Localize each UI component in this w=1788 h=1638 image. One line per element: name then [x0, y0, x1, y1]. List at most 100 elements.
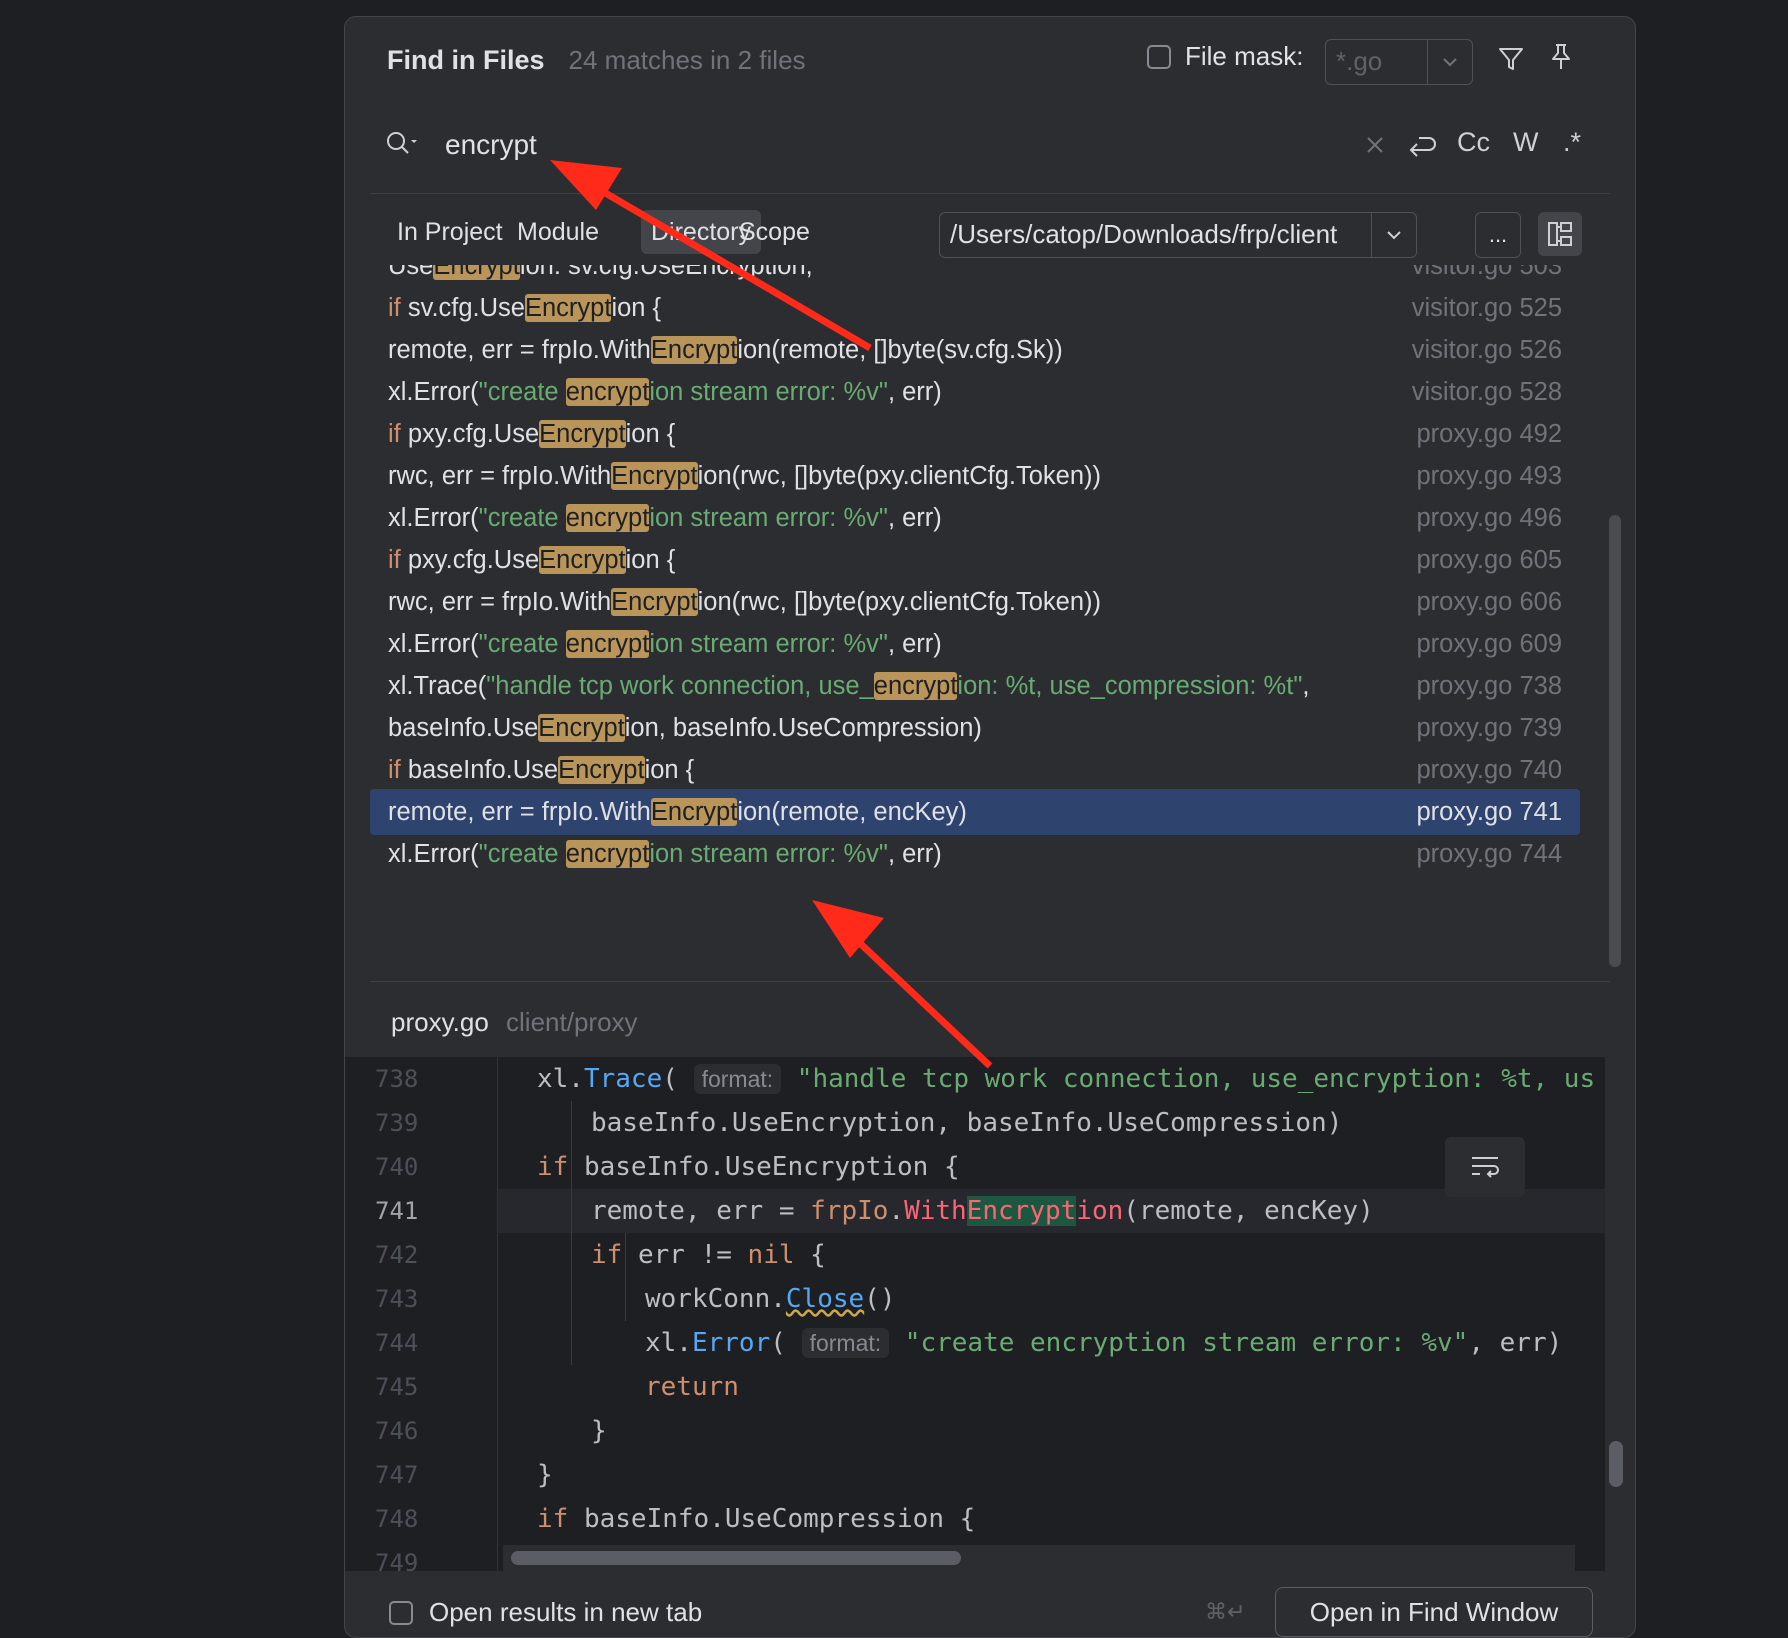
result-code: if pxy.cfg.UseEncryption { [388, 411, 675, 457]
result-location: proxy.go 492 [1416, 420, 1562, 448]
result-text: xl.Error( [388, 630, 479, 658]
result-text: pxy.cfg.Use [400, 546, 540, 574]
result-row[interactable]: xl.Error("create encryption stream error… [370, 621, 1580, 667]
result-row[interactable]: xl.Error("create encryption stream error… [370, 369, 1580, 415]
shortcut-hint: ⌘↵ [1205, 1599, 1246, 1624]
result-location: visitor.go 528 [1411, 378, 1562, 406]
result-text: xl.Error( [388, 378, 479, 406]
match-case-toggle[interactable]: Cc [1457, 127, 1490, 158]
result-text: , [1302, 672, 1310, 700]
result-row[interactable]: if sv.cfg.UseEncryption {visitor.go 525 [370, 285, 1580, 331]
result-text: xl.Error( [388, 840, 479, 868]
result-code: xl.Error("create encryption stream error… [388, 495, 942, 541]
line-number: 740 [375, 1153, 419, 1181]
result-row[interactable]: rwc, err = frpIo.WithEncryption(rwc, []b… [370, 579, 1580, 625]
result-row[interactable]: xl.Error("create encryption stream error… [370, 495, 1580, 541]
result-location: proxy.go 741 [1416, 798, 1562, 826]
result-keyword: if [388, 420, 401, 448]
tab-module[interactable]: Module [507, 210, 609, 254]
search-row: encrypt Cc W .* [345, 103, 1635, 193]
line-number: 743 [375, 1285, 419, 1313]
result-row[interactable]: remote, err = frpIo.WithEncryption(remot… [370, 327, 1580, 373]
result-row[interactable]: xl.Error("create encryption stream error… [370, 831, 1580, 877]
directory-input[interactable]: /Users/catop/Downloads/frp/client [940, 213, 1371, 257]
line-number: 745 [375, 1373, 419, 1401]
match-count: 24 matches in 2 files [568, 44, 806, 75]
result-text: ion(rwc, []byte(pxy.clientCfg.Token)) [697, 462, 1102, 490]
result-code: rwc, err = frpIo.WithEncryption(rwc, []b… [388, 453, 1101, 499]
result-text: ion: sv.cfg.UseEncryption, [519, 265, 813, 280]
find-in-files-dialog: Find in Files 24 matches in 2 files File… [344, 16, 1636, 1638]
clear-icon[interactable] [1359, 129, 1391, 161]
result-text: ion(rwc, []byte(pxy.clientCfg.Token)) [697, 588, 1102, 616]
code-line-746: } [591, 1416, 607, 1446]
result-string: "handle tcp work connection, use_ [486, 672, 874, 700]
result-code: baseInfo.UseEncryption, baseInfo.UseComp… [388, 705, 982, 751]
line-number: 749 [375, 1549, 419, 1571]
code-line-740: if baseInfo.UseEncryption { [537, 1152, 960, 1182]
preview-header: proxy.go client/proxy [391, 1007, 638, 1038]
result-row[interactable]: if pxy.cfg.UseEncryption { proxy.go 492 [370, 411, 1580, 457]
file-mask-checkbox[interactable] [1147, 44, 1171, 69]
result-text: remote, err = frpIo.With [388, 336, 651, 364]
result-location: proxy.go 493 [1416, 462, 1562, 490]
result-text: baseInfo.Use [388, 714, 539, 742]
soft-wrap-icon[interactable] [1445, 1137, 1525, 1197]
file-mask-input[interactable]: *.go [1326, 40, 1427, 84]
dialog-footer: Open results in new tab ⌘↵ Open in Find … [345, 1571, 1635, 1637]
result-text: ion { [625, 420, 676, 448]
preview-file-path: client/proxy [506, 1007, 638, 1037]
result-match: Encrypt [539, 420, 626, 448]
chevron-down-icon[interactable] [1427, 40, 1472, 84]
result-match: encrypt [565, 840, 650, 868]
editor-vertical-scrollbar[interactable] [1609, 1441, 1623, 1487]
pin-icon[interactable] [1543, 39, 1579, 75]
dialog-header: Find in Files 24 matches in 2 files File… [345, 17, 1635, 103]
results-list: UseEncryption: sv.cfg.UseEncryption, visi… [370, 265, 1594, 977]
words-toggle[interactable]: W [1513, 127, 1538, 158]
result-code: if pxy.cfg.UseEncryption { [388, 537, 675, 583]
dialog-title: Find in Files [387, 44, 545, 75]
result-keyword: if [388, 546, 401, 574]
result-string: ion: %t, use_compression: %t" [957, 672, 1303, 700]
file-mask-label: File mask: [1185, 41, 1304, 71]
open-new-tab-checkbox[interactable] [389, 1601, 413, 1625]
result-location: proxy.go 739 [1416, 714, 1562, 742]
result-row[interactable]: if pxy.cfg.UseEncryption {proxy.go 605 [370, 537, 1580, 583]
result-row[interactable]: if baseInfo.UseEncryption {proxy.go 740 [370, 747, 1580, 793]
tab-scope[interactable]: Scope [729, 210, 820, 254]
result-match: Encrypt [650, 336, 738, 364]
result-text: xl.Error( [388, 504, 479, 532]
result-match: Encrypt [538, 714, 625, 742]
result-text: ion(remote, encKey) [737, 798, 967, 826]
result-row[interactable]: remote, err = frpIo.WithEncryption(remot… [370, 789, 1580, 835]
regex-toggle[interactable]: .* [1563, 127, 1581, 158]
group-by-directory-icon[interactable] [1538, 212, 1582, 256]
result-text: ion(remote, []byte(sv.cfg.Sk)) [737, 336, 1063, 364]
tab-in-project[interactable]: In Project [387, 210, 513, 254]
result-keyword: if [388, 756, 401, 784]
search-input[interactable]: encrypt [445, 129, 537, 161]
result-row[interactable]: baseInfo.UseEncryption, baseInfo.UseComp… [370, 705, 1580, 751]
result-location: proxy.go 744 [1416, 840, 1562, 868]
result-text: ion { [611, 294, 662, 322]
result-row[interactable]: rwc, err = frpIo.WithEncryption(rwc, []b… [370, 453, 1580, 499]
result-location: visitor.go 526 [1411, 336, 1562, 364]
open-in-find-window-button[interactable]: Open in Find Window [1275, 1587, 1593, 1637]
result-match: encrypt [565, 378, 650, 406]
new-line-icon[interactable] [1403, 127, 1441, 163]
file-mask-combobox[interactable]: *.go [1325, 39, 1473, 85]
horizontal-scrollbar[interactable] [511, 1551, 961, 1565]
directory-combobox[interactable]: /Users/catop/Downloads/frp/client [939, 212, 1417, 258]
browse-directory-button[interactable]: ... [1475, 212, 1521, 258]
file-mask-toggle[interactable]: File mask: [1147, 41, 1303, 72]
filter-icon[interactable] [1493, 41, 1529, 77]
result-match: Encrypt [611, 588, 698, 616]
search-history-icon[interactable] [383, 127, 423, 163]
chevron-down-icon[interactable] [1371, 213, 1416, 257]
result-row[interactable]: xl.Trace("handle tcp work connection, us… [370, 663, 1580, 709]
result-string: "create [478, 504, 566, 532]
results-scrollbar[interactable] [1609, 515, 1621, 967]
code-preview[interactable]: 738 739 740 741 742 743 744 745 746 747 748 749 xl.… [345, 1057, 1605, 1571]
result-code: xl.Error("create encryption stream error… [388, 369, 942, 415]
